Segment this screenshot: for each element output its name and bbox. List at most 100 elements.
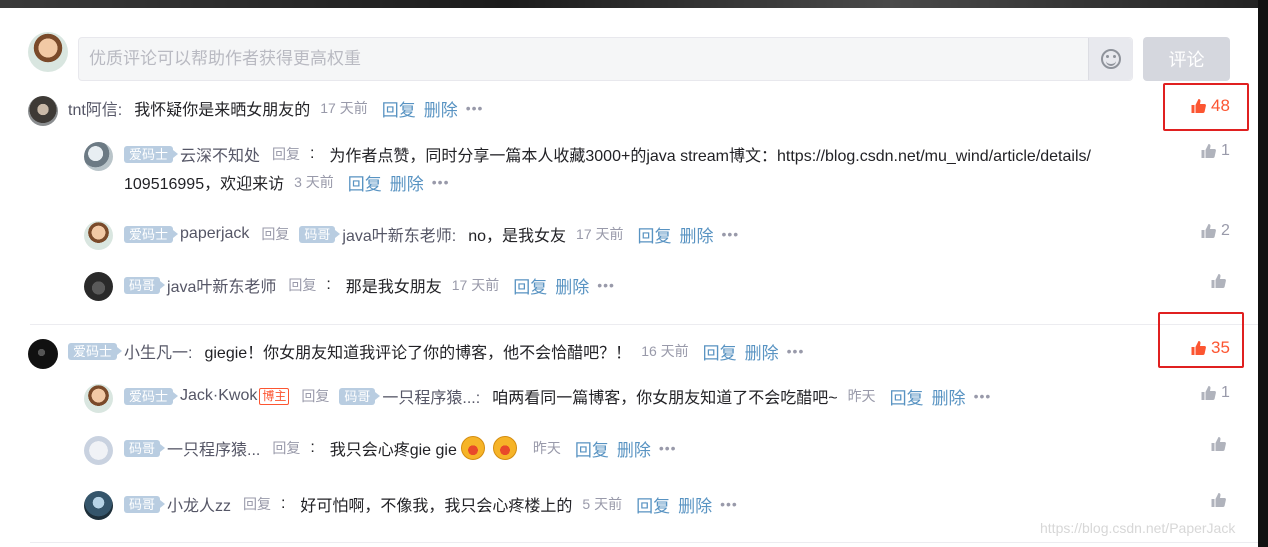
emoji-icon — [460, 436, 485, 460]
avatar[interactable] — [84, 272, 113, 301]
level-badge: 码哥 — [124, 495, 166, 513]
comment-panel: 评论 tnt阿信: 我怀疑你是来晒女朋友的 17 天前 回复 删除 ••• 48… — [0, 8, 1258, 547]
reply-author[interactable]: paperjack — [180, 225, 249, 243]
reply-text: 我只会心疼gie gie — [329, 442, 457, 459]
reply-text: 好可怕啊，不像我，我只会心疼楼上的 — [300, 498, 573, 515]
reply-row: 爱码士 云深不知处 回复 : 为作者点赞，同时分享一篇本人收藏3000+的jav… — [124, 142, 1091, 166]
thread-divider — [30, 542, 1258, 543]
more-icon[interactable]: ••• — [722, 226, 740, 242]
like-count: 1 — [1221, 142, 1230, 159]
thumbs-up-icon — [1211, 437, 1226, 451]
like-count: 2 — [1221, 222, 1230, 239]
colon-text: : — [310, 145, 324, 162]
reply-link[interactable]: 回复 — [348, 170, 382, 195]
reply-target[interactable]: 一只程序猿...: — [382, 384, 480, 408]
reply-link[interactable]: 回复 — [638, 222, 672, 247]
reply-time: 5 天前 — [582, 496, 623, 512]
comment-input-box — [78, 37, 1133, 81]
avatar[interactable] — [84, 436, 113, 465]
reply-row: 码哥 一只程序猿... 回复 : 我只会心疼gie gie 昨天 回复 删除 •… — [124, 436, 677, 460]
comment-text: 我怀疑你是来晒女朋友的 — [134, 102, 311, 119]
level-badge: 码哥 — [299, 225, 341, 243]
avatar[interactable] — [84, 142, 113, 171]
more-icon[interactable]: ••• — [659, 440, 677, 456]
reply-link[interactable]: 回复 — [382, 96, 416, 121]
reply-link[interactable]: 回复 — [636, 492, 670, 517]
like-button[interactable]: 2 — [1200, 222, 1230, 240]
more-icon[interactable]: ••• — [720, 496, 738, 512]
avatar[interactable] — [84, 384, 113, 413]
reply-author[interactable]: 云深不知处 — [180, 142, 260, 166]
level-badge: 爱码士 — [124, 387, 179, 405]
reply-label: 回复 — [272, 440, 301, 456]
avatar[interactable] — [28, 339, 58, 369]
delete-link[interactable]: 删除 — [932, 384, 966, 409]
reply-author[interactable]: 一只程序猿... — [167, 436, 260, 460]
reply-author[interactable]: Jack·Kwok — [180, 387, 257, 405]
reply-author[interactable]: 小龙人zz — [167, 492, 231, 516]
level-badge: 爱码士 — [68, 342, 123, 360]
comment-text: giegie！你女朋友知道我评论了你的博客，他不会恰醋吧？！ — [204, 345, 632, 362]
comment-input[interactable] — [89, 38, 1079, 80]
reply-link[interactable]: 回复 — [890, 384, 924, 409]
more-icon[interactable]: ••• — [597, 277, 615, 293]
reply-row: 码哥 小龙人zz 回复 : 好可怕啊，不像我，我只会心疼楼上的 5 天前 回复 … — [124, 492, 738, 516]
delete-link[interactable]: 删除 — [745, 339, 779, 364]
watermark-text: https://blog.csdn.net/PaperJack — [1040, 520, 1236, 536]
reply-label: 回复 — [301, 388, 330, 404]
reply-text: 那是我女朋友 — [345, 279, 442, 296]
delete-link[interactable]: 删除 — [678, 492, 712, 517]
reply-time: 昨天 — [847, 388, 876, 404]
more-icon[interactable]: ••• — [787, 343, 805, 359]
colon-text: : — [281, 495, 295, 512]
delete-link[interactable]: 删除 — [424, 96, 458, 121]
more-icon[interactable]: ••• — [974, 388, 992, 404]
reply-link[interactable]: 回复 — [703, 339, 737, 364]
highlight-box — [1163, 83, 1249, 131]
reply-author[interactable]: java叶新东老师 — [167, 273, 276, 297]
comment-author[interactable]: 小生凡一: — [124, 339, 192, 363]
reply-time: 17 天前 — [576, 226, 624, 242]
reply-link[interactable]: 回复 — [513, 273, 547, 298]
reply-row: 爱码士 Jack·Kwok 博主 回复 码哥 一只程序猿...: 咱两看同一篇博… — [124, 384, 991, 408]
comment-author[interactable]: tnt阿信: — [68, 96, 122, 120]
delete-link[interactable]: 删除 — [390, 170, 424, 195]
delete-link[interactable]: 删除 — [680, 222, 714, 247]
delete-link[interactable]: 删除 — [555, 273, 589, 298]
level-badge: 码哥 — [124, 439, 166, 457]
reply-target[interactable]: java叶新东老师: — [342, 222, 456, 246]
colon-text: : — [310, 439, 324, 456]
delete-link[interactable]: 删除 — [617, 436, 651, 461]
reply-row: 爱码士 paperjack 回复 码哥 java叶新东老师: no，是我女友 1… — [124, 222, 739, 246]
level-badge: 爱码士 — [124, 225, 179, 243]
emoji-button[interactable] — [1088, 38, 1132, 80]
emoji-icon — [492, 436, 517, 460]
avatar[interactable] — [84, 491, 113, 520]
blogger-tag: 博主 — [259, 387, 290, 405]
level-badge: 码哥 — [124, 276, 166, 294]
like-button[interactable] — [1210, 492, 1231, 508]
like-button[interactable]: 1 — [1200, 384, 1230, 402]
reply-row-continued: 109516995，欢迎来访 3 天前 回复 删除 ••• — [124, 170, 450, 194]
comment-row: tnt阿信: 我怀疑你是来晒女朋友的 17 天前 回复 删除 ••• — [68, 96, 483, 120]
reply-label: 回复 — [272, 146, 301, 162]
thread-divider — [30, 324, 1258, 325]
reply-label: 回复 — [288, 277, 317, 293]
reply-label: 回复 — [261, 226, 290, 242]
reply-text-continued: 109516995，欢迎来访 — [124, 176, 285, 193]
like-button[interactable] — [1210, 273, 1231, 289]
current-user-avatar — [28, 32, 68, 72]
like-button[interactable]: 1 — [1200, 142, 1230, 160]
avatar[interactable] — [28, 96, 58, 126]
comment-row: 爱码士 小生凡一: giegie！你女朋友知道我评论了你的博客，他不会恰醋吧？！… — [68, 339, 804, 363]
reply-time: 昨天 — [532, 440, 561, 456]
avatar[interactable] — [84, 221, 113, 250]
comment-submit-button[interactable]: 评论 — [1143, 37, 1230, 81]
reply-time: 17 天前 — [451, 277, 500, 293]
more-icon[interactable]: ••• — [432, 174, 450, 190]
more-icon[interactable]: ••• — [466, 100, 484, 116]
level-badge: 爱码士 — [124, 145, 179, 163]
like-button[interactable] — [1210, 436, 1231, 452]
reply-link[interactable]: 回复 — [575, 436, 609, 461]
thumbs-up-icon — [1211, 274, 1226, 288]
